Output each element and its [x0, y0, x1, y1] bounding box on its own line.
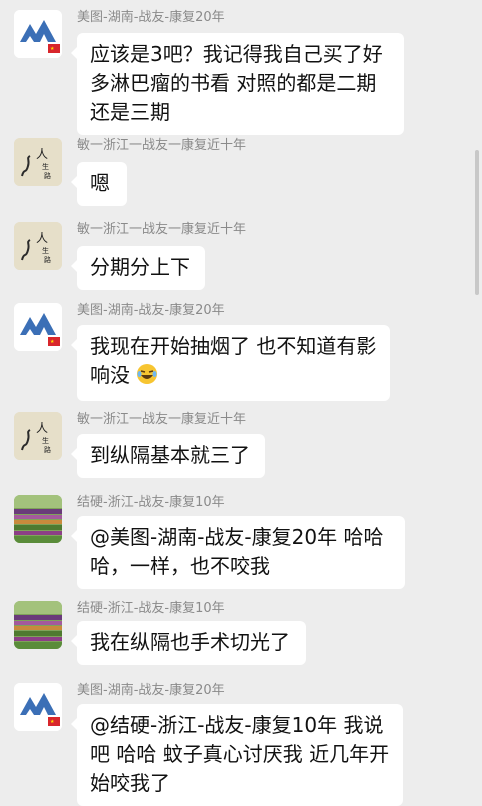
message-line: 哈，一样，也不咬我 — [90, 554, 270, 578]
message-line: 吧 哈哈 蚊子真心讨厌我 近几年开 — [90, 742, 390, 766]
message-bubble[interactable]: 应该是3吧？我记得我自己买了好 多淋巴瘤的书看 对照的都是二期 还是三期 — [71, 33, 404, 135]
message-line: 始咬我了 — [90, 771, 170, 795]
sender-name: 敏一浙江一战友一康复近十年 — [77, 412, 247, 427]
sender-name: 美图-湖南-战友-康复20年 — [77, 303, 225, 318]
svg-text:人: 人 — [36, 421, 48, 435]
calligraphy-avatar-icon: 人 生 路 — [14, 138, 62, 186]
message-line: 到纵隔基本就三了 — [90, 443, 250, 467]
message-line: 多淋巴瘤的书看 对照的都是二期 — [90, 71, 377, 95]
message-line-text: 响没 — [90, 363, 130, 387]
svg-text:生: 生 — [42, 246, 49, 255]
scrollbar[interactable] — [475, 150, 479, 295]
svg-text:人: 人 — [36, 231, 48, 245]
avatar[interactable]: ★ — [14, 10, 62, 58]
field-avatar-icon — [14, 495, 62, 543]
message-line: 我在纵隔也手术切光了 — [90, 630, 290, 654]
avatar[interactable]: 人 生 路 — [14, 412, 62, 460]
svg-text:路: 路 — [44, 445, 51, 454]
svg-text:人: 人 — [36, 147, 48, 161]
sender-name: 结硬-浙江-战友-康复10年 — [77, 601, 225, 616]
svg-text:路: 路 — [44, 171, 51, 180]
chat-screen: { "messages": [ {"sender": "美图-湖南-战友-康复2… — [0, 0, 482, 806]
message-line: @结硬-浙江-战友-康复10年 我说 — [90, 713, 384, 737]
message-bubble[interactable]: 我在纵隔也手术切光了 — [71, 621, 306, 665]
svg-text:★: ★ — [50, 46, 55, 52]
sender-name: 敏一浙江一战友一康复近十年 — [77, 222, 247, 237]
message-line: 响没 — [90, 361, 377, 393]
message-bubble[interactable]: 嗯 — [71, 162, 127, 206]
avatar[interactable]: ★ — [14, 683, 62, 731]
message-bubble[interactable]: @结硬-浙江-战友-康复10年 我说 吧 哈哈 蚊子真心讨厌我 近几年开 始咬我… — [71, 704, 403, 806]
message-line: 还是三期 — [90, 100, 170, 124]
field-avatar-icon — [14, 601, 62, 649]
calligraphy-avatar-icon: 人 生 路 — [14, 412, 62, 460]
sender-name: 结硬-浙江-战友-康复10年 — [77, 495, 225, 510]
message-line: 嗯 — [90, 171, 110, 195]
mountain-avatar-icon: ★ — [14, 303, 62, 351]
message-bubble[interactable]: 到纵隔基本就三了 — [71, 434, 265, 478]
mountain-avatar-icon: ★ — [14, 683, 62, 731]
avatar[interactable]: ★ — [14, 303, 62, 351]
avatar[interactable]: 人 生 路 — [14, 222, 62, 270]
avatar[interactable] — [14, 601, 62, 649]
avatar[interactable]: 人 生 路 — [14, 138, 62, 186]
sender-name: 美图-湖南-战友-康复20年 — [77, 10, 225, 25]
message-line: 分期分上下 — [90, 255, 190, 279]
laughing-crying-emoji-icon — [136, 363, 158, 393]
svg-text:生: 生 — [42, 162, 49, 171]
message-bubble[interactable]: @美图-湖南-战友-康复20年 哈哈 哈，一样，也不咬我 — [71, 516, 405, 589]
avatar[interactable] — [14, 495, 62, 543]
sender-name: 敏一浙江一战友一康复近十年 — [77, 138, 247, 153]
calligraphy-avatar-icon: 人 生 路 — [14, 222, 62, 270]
message-bubble[interactable]: 我现在开始抽烟了 也不知道有影 响没 — [71, 325, 390, 401]
message-bubble[interactable]: 分期分上下 — [71, 246, 205, 290]
message-line: 应该是3吧？我记得我自己买了好 — [90, 42, 383, 66]
sender-name: 美图-湖南-战友-康复20年 — [77, 683, 225, 698]
svg-text:路: 路 — [44, 255, 51, 264]
mountain-avatar-icon: ★ — [14, 10, 62, 58]
svg-text:★: ★ — [50, 339, 55, 345]
message-line: @美图-湖南-战友-康复20年 哈哈 — [90, 525, 384, 549]
svg-text:★: ★ — [50, 719, 55, 725]
message-line: 我现在开始抽烟了 也不知道有影 — [90, 334, 377, 358]
svg-text:生: 生 — [42, 436, 49, 445]
